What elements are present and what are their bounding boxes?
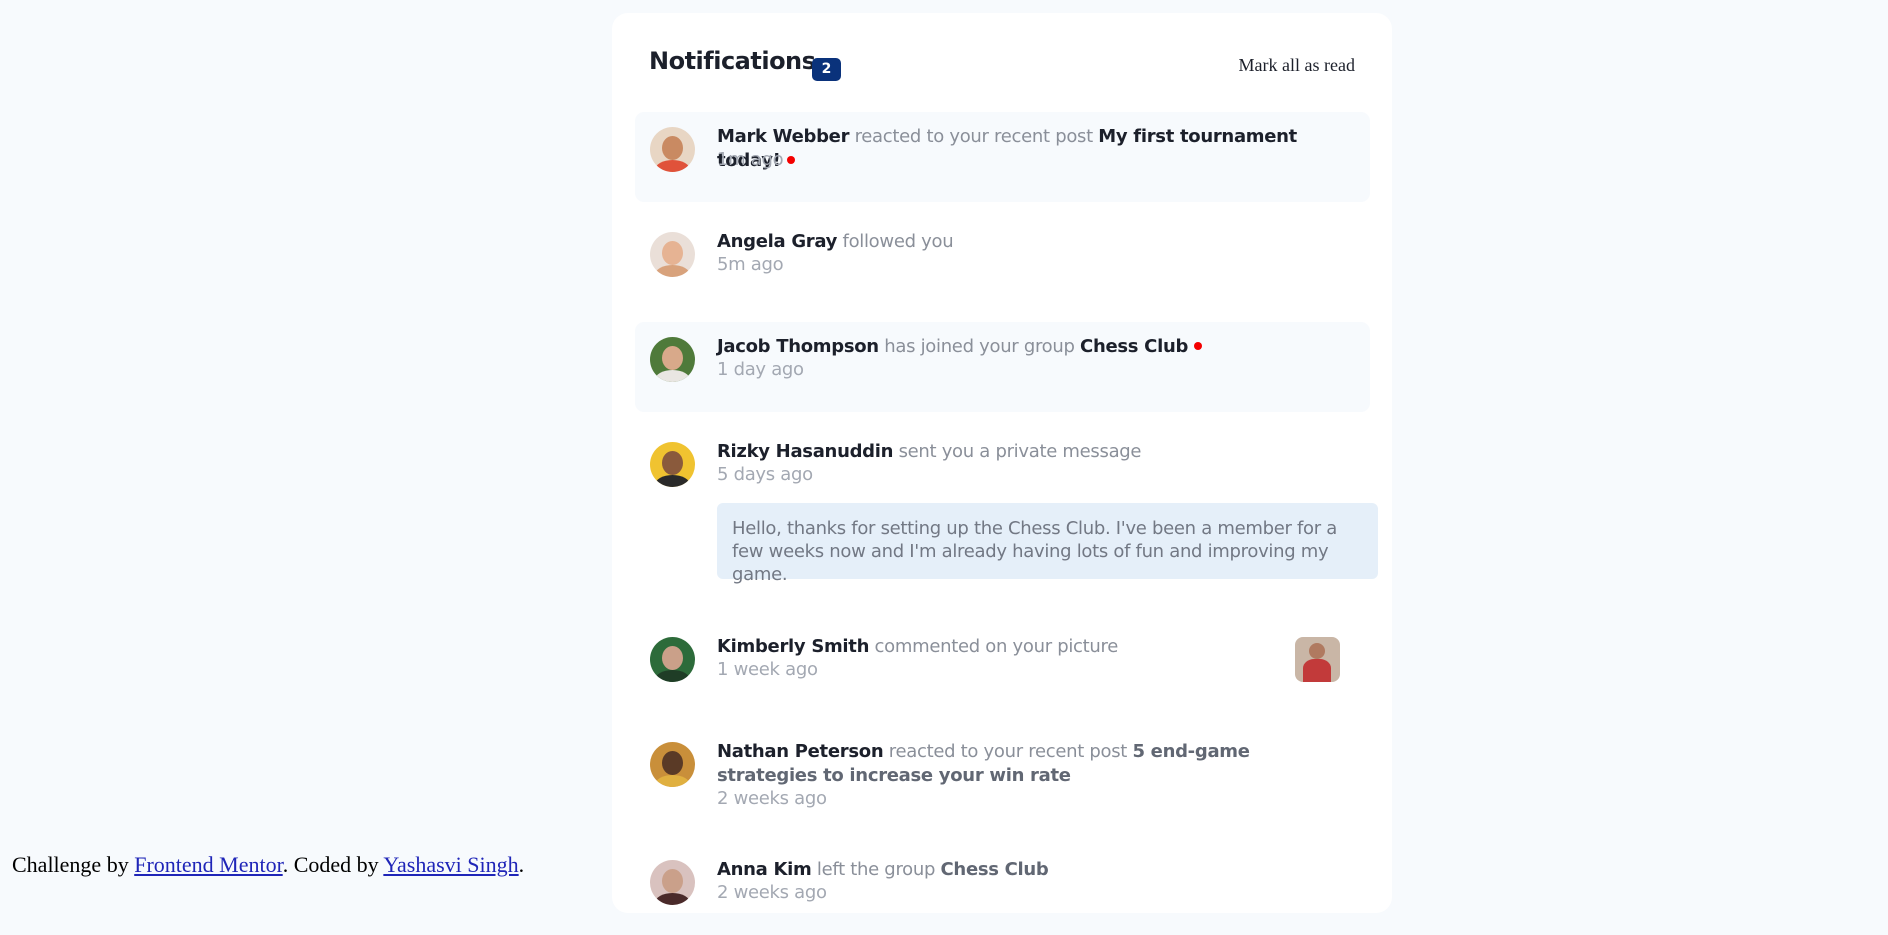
private-message[interactable]: Hello, thanks for setting up the Chess C… <box>717 503 1378 585</box>
notification-item[interactable]: Jacob Thompson has joined your group Che… <box>635 322 1370 412</box>
notification-item[interactable]: Anna Kim left the group Chess Club 2 wee… <box>635 845 1370 935</box>
user-name[interactable]: Jacob Thompson <box>717 336 879 357</box>
notification-action: sent you a private message <box>898 441 1142 462</box>
commented-picture-thumbnail[interactable] <box>1295 637 1340 682</box>
user-name[interactable]: Angela Gray <box>717 231 837 252</box>
notification-text: Kimberly Smith commented on your picture <box>717 635 1350 659</box>
group-link[interactable]: Chess Club <box>941 859 1049 880</box>
notification-text: Jacob Thompson has joined your group Che… <box>717 335 1350 359</box>
author-link[interactable]: Yashasvi Singh <box>383 852 518 877</box>
notification-text: Rizky Hasanuddin sent you a private mess… <box>717 440 1350 464</box>
notification-action: reacted to your recent post <box>888 741 1128 762</box>
notification-time: 2 weeks ago <box>717 788 827 809</box>
notification-time: 1m ago <box>717 149 784 170</box>
notification-action: has joined your group <box>884 336 1075 357</box>
avatar[interactable] <box>650 860 695 905</box>
notifications-card: Notifications 2 Mark all as read Mark We… <box>612 13 1392 913</box>
notification-item[interactable]: Kimberly Smith commented on your picture… <box>635 622 1370 712</box>
user-name[interactable]: Mark Webber <box>717 126 849 147</box>
avatar[interactable] <box>650 232 695 277</box>
notification-text: Mark Webber reacted to your recent post … <box>717 125 1350 173</box>
notification-item[interactable]: Rizky Hasanuddin sent you a private mess… <box>635 427 1378 607</box>
footer-suffix: . <box>518 852 525 877</box>
notification-time: 1 week ago <box>717 659 818 680</box>
footer-prefix: Challenge by <box>12 852 129 877</box>
notifications-header: Notifications 2 Mark all as read <box>649 43 1355 83</box>
notification-item[interactable]: Angela Gray followed you 5m ago <box>635 217 1370 307</box>
notification-time: 2 weeks ago <box>717 882 827 903</box>
notification-action: commented on your picture <box>874 636 1119 657</box>
frontend-mentor-link[interactable]: Frontend Mentor <box>134 852 283 877</box>
avatar[interactable] <box>650 637 695 682</box>
notification-item[interactable]: Nathan Peterson reacted to your recent p… <box>635 727 1370 827</box>
unread-count-badge: 2 <box>812 58 841 81</box>
unread-dot <box>1194 342 1203 350</box>
attribution-footer: Challenge by Frontend Mentor. Coded by Y… <box>12 852 524 878</box>
notification-action: left the group <box>816 859 936 880</box>
user-name[interactable]: Rizky Hasanuddin <box>717 441 893 462</box>
avatar[interactable] <box>650 742 695 787</box>
notification-text: Nathan Peterson reacted to your recent p… <box>717 740 1350 788</box>
notification-time: 5m ago <box>717 254 784 275</box>
user-name[interactable]: Kimberly Smith <box>717 636 869 657</box>
notification-item[interactable]: Mark Webber reacted to your recent post … <box>635 112 1370 202</box>
notification-time: 5 days ago <box>717 464 813 485</box>
notification-text: Anna Kim left the group Chess Club <box>717 858 1350 882</box>
notification-action: reacted to your recent post <box>854 126 1094 147</box>
user-name[interactable]: Anna Kim <box>717 859 812 880</box>
avatar[interactable] <box>650 442 695 487</box>
notification-action: followed you <box>842 231 954 252</box>
notification-text: Angela Gray followed you <box>717 230 1350 254</box>
footer-middle: . Coded by <box>282 852 379 877</box>
unread-dot <box>786 156 795 164</box>
page-title: Notifications <box>649 47 816 75</box>
notification-time: 1 day ago <box>717 359 804 380</box>
user-name[interactable]: Nathan Peterson <box>717 741 884 762</box>
avatar[interactable] <box>650 127 695 172</box>
mark-all-read-button[interactable]: Mark all as read <box>1239 55 1355 76</box>
avatar[interactable] <box>650 337 695 382</box>
group-link[interactable]: Chess Club <box>1080 336 1188 357</box>
